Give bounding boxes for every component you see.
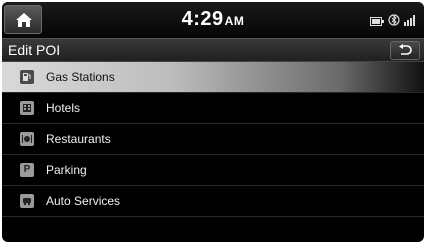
list-item-parking[interactable]: P Parking [2, 155, 424, 186]
back-arrow-icon [399, 44, 412, 55]
list-item-label: Restaurants [46, 132, 111, 146]
restaurant-icon [20, 132, 34, 146]
list-item-restaurants[interactable]: Restaurants [2, 124, 424, 155]
clock-time: 4:29 [181, 8, 224, 30]
back-button[interactable] [390, 41, 420, 60]
status-icons [370, 13, 416, 31]
list-item-gas-stations[interactable]: Gas Stations [2, 62, 424, 93]
list-item-auto-services[interactable]: Auto Services [2, 186, 424, 217]
status-bar: 4:29AM [2, 2, 424, 38]
battery-icon [370, 13, 384, 31]
clock-ampm: AM [224, 14, 245, 28]
list-item-label: Hotels [46, 101, 81, 115]
auto-service-icon [20, 194, 34, 208]
list-item-hotels[interactable]: Hotels [2, 93, 424, 124]
list-item-label: Auto Services [46, 194, 121, 208]
list-item-label: Parking [46, 163, 87, 177]
gas-station-icon [20, 70, 34, 84]
poi-list: Gas Stations Hotels Restaurants P Parkin… [2, 62, 424, 217]
list-item-label: Gas Stations [46, 70, 115, 84]
signal-icon [404, 13, 416, 31]
screen-frame: 4:29AM Edit POI Gas Stations Hotels Rest… [2, 2, 424, 242]
clock: 4:29AM [2, 8, 424, 31]
parking-icon: P [20, 163, 34, 177]
title-bar: Edit POI [2, 38, 424, 62]
hotel-icon [20, 101, 34, 115]
bluetooth-icon [388, 13, 400, 31]
page-title: Edit POI [8, 42, 61, 58]
